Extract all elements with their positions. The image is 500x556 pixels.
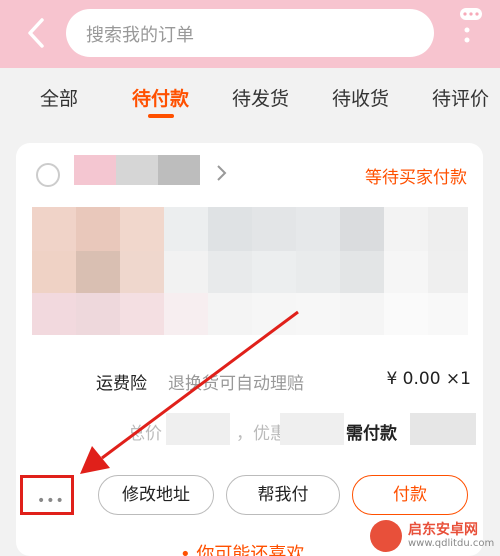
modify-address-button[interactable]: 修改地址 — [98, 475, 214, 515]
order-status: 等待买家付款 — [365, 168, 467, 188]
amount-due-mosaic — [410, 413, 476, 445]
more-dots-icon: ••• — [37, 493, 65, 509]
amount-due-label: 需付款 — [346, 424, 397, 444]
order-total-row: 总价 ，优惠 需付款 — [128, 413, 478, 447]
tab-pending-receipt[interactable]: 待收货 — [332, 84, 389, 111]
more-menu-icon[interactable] — [456, 4, 486, 48]
shipping-insurance-label: 运费险 — [96, 374, 147, 394]
tab-pending-payment[interactable]: 待付款 — [132, 84, 189, 111]
watermark-title: 启东安卓网 — [408, 522, 478, 538]
order-tabs: 全部 待付款 待发货 待收货 待评价 — [0, 68, 500, 128]
shipping-insurance-price: ¥ 0.00 ×1 — [386, 369, 471, 389]
order-card: 等待买家付款 运费险 退换货可自动理赔 ¥ 0.00 ×1 总价 ，优惠 需付款… — [16, 143, 483, 556]
pay-for-me-button[interactable]: 帮我付 — [226, 475, 340, 515]
total-price-mosaic — [166, 413, 230, 445]
recommendations-heading: • 你可能还喜欢 — [180, 544, 305, 556]
discount-mosaic — [280, 413, 344, 445]
search-input[interactable]: 搜索我的订单 — [66, 9, 434, 57]
shipping-insurance-desc: 退换货可自动理赔 — [168, 374, 304, 394]
site-watermark: 启东安卓网 www.qdlitdu.com — [370, 518, 498, 554]
product-image-mosaic[interactable] — [32, 207, 468, 335]
search-placeholder: 搜索我的订单 — [86, 25, 194, 46]
more-actions-button[interactable]: ••• — [20, 475, 74, 515]
total-price-label: 总价 — [128, 424, 162, 444]
back-arrow-icon[interactable] — [22, 14, 52, 52]
pay-button[interactable]: 付款 — [352, 475, 468, 515]
tab-pending-shipment[interactable]: 待发货 — [232, 84, 289, 111]
active-tab-indicator — [148, 114, 174, 118]
watermark-logo-icon — [370, 520, 402, 552]
select-order-checkbox[interactable] — [36, 163, 60, 187]
tab-pending-review[interactable]: 待评价 — [432, 84, 489, 111]
header-bar: 搜索我的订单 — [0, 0, 500, 68]
shop-chevron-icon[interactable] — [214, 163, 228, 183]
shop-name-mosaic[interactable] — [74, 155, 200, 185]
tab-all[interactable]: 全部 — [40, 84, 78, 111]
watermark-url: www.qdlitdu.com — [408, 538, 495, 549]
